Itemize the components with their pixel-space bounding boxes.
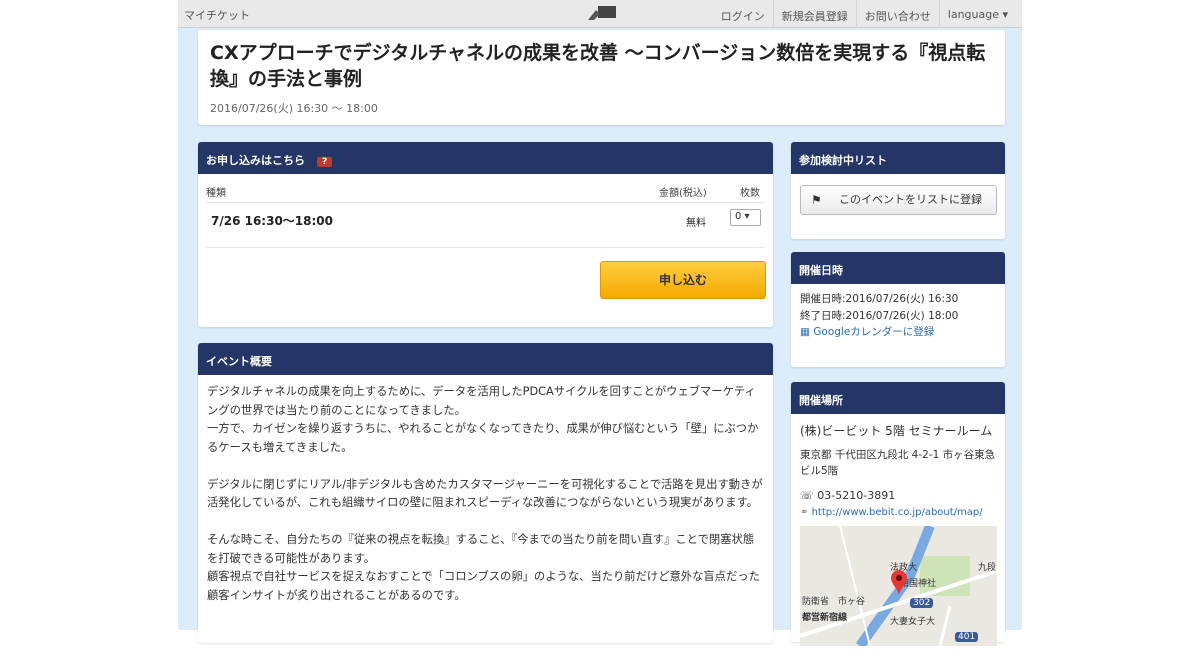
dates-panel: 開催日時 開催日時:2016/07/26(火) 16:30 終了日時:2016/… <box>791 252 1005 367</box>
apply-header-text: お申し込みはこちら <box>206 154 305 167</box>
top-nav-bar: マイチケット ログイン 新規会員登録 お問い合わせ language ▾ <box>178 0 1022 28</box>
contact-link[interactable]: お問い合わせ <box>855 0 939 28</box>
venue-header: 開催場所 <box>791 382 1005 414</box>
watchlist-header: 参加検討中リスト <box>791 142 1005 174</box>
map-pin-icon <box>891 570 907 596</box>
help-icon[interactable]: ? <box>317 157 333 167</box>
ticket-name: 7/26 16:30～18:00 <box>211 214 334 228</box>
dates-header: 開催日時 <box>791 252 1005 284</box>
ticket-price: 無料 <box>686 218 706 229</box>
overview-paragraph: デジタルチャネルの成果を向上するために、データを活用したPDCAサイクルを回すこ… <box>207 385 759 454</box>
overview-paragraph: デジタルに閉じずにリアル/非デジタルも含めたカスタマージャーニーを可視化すること… <box>207 477 763 510</box>
venue-address: 東京都 千代田区九段北 4-2-1 市ヶ谷東急ビル5階 <box>800 449 996 477</box>
page: マイチケット ログイン 新規会員登録 お問い合わせ language ▾ CXア… <box>178 0 1022 646</box>
map-label: 302 <box>910 598 934 608</box>
language-dropdown[interactable]: language ▾ <box>938 0 1016 28</box>
venue-map[interactable]: 法政大 靖国神社 市ヶ谷 防衛省 都営新宿線 大妻女子大 302 401 九段 <box>800 526 997 646</box>
map-label: 都営新宿線 <box>802 613 848 623</box>
start-datetime: 開催日時:2016/07/26(火) 16:30 <box>800 293 959 305</box>
col-price: 金額(税込) <box>659 188 707 199</box>
event-datetime: 2016/07/26(火) 16:30 ～ 18:00 <box>210 102 378 115</box>
add-to-list-button[interactable]: ⚑ このイベントをリストに登録 <box>800 185 997 215</box>
divider <box>206 247 765 248</box>
overview-header: イベント概要 <box>198 343 773 375</box>
google-calendar-link[interactable]: ▦ Googleカレンダーに登録 <box>800 324 996 341</box>
map-label: 市ヶ谷 <box>838 597 866 607</box>
flag-icon: ⚑ <box>811 193 822 207</box>
map-label: 401 <box>955 632 979 642</box>
logo-icon[interactable] <box>586 4 618 22</box>
venue-panel: 開催場所 (株)ビービット 5階 セミナールーム 東京都 千代田区九段北 4-2… <box>791 382 1005 646</box>
brand-link[interactable]: マイチケット <box>184 7 250 23</box>
col-type: 種類 <box>206 188 226 199</box>
watchlist-panel: 参加検討中リスト ⚑ このイベントをリストに登録 <box>791 142 1005 239</box>
google-calendar-label: Googleカレンダーに登録 <box>813 326 935 338</box>
end-datetime: 終了日時:2016/07/26(火) 18:00 <box>800 309 959 322</box>
venue-name: (株)ビービット 5階 セミナールーム <box>800 424 993 438</box>
overview-panel: イベント概要 デジタルチャネルの成果を向上するために、データを活用したPDCAサ… <box>198 343 773 643</box>
add-to-list-label: このイベントをリストに登録 <box>839 193 982 206</box>
phone-icon: ☏ <box>800 489 818 502</box>
map-label: 九段 <box>978 563 997 573</box>
divider <box>206 202 765 203</box>
login-link[interactable]: ログイン <box>713 0 773 28</box>
venue-phone: 03-5210-3891 <box>817 489 896 502</box>
apply-panel: お申し込みはこちら? 種類 金額(税込) 枚数 7/26 16:30～18:00… <box>198 142 773 327</box>
col-qty: 枚数 <box>740 188 760 199</box>
overview-paragraph: そんな時こそ、自分たちの『従来の視点を転換』すること、『今までの当たり前を問い直… <box>207 533 760 602</box>
ticket-quantity-select[interactable]: 0 ▾ <box>730 209 761 226</box>
calendar-icon: ▦ <box>800 326 814 338</box>
apply-header: お申し込みはこちら? <box>198 142 773 174</box>
event-title-card: CXアプローチでデジタルチャネルの成果を改善 ～コンバージョン数倍を実現する『視… <box>198 30 1005 125</box>
event-title: CXアプローチでデジタルチャネルの成果を改善 ～コンバージョン数倍を実現する『視… <box>210 42 986 90</box>
map-label: 大妻女子大 <box>890 617 936 627</box>
map-label: 防衛省 <box>802 597 830 607</box>
apply-button[interactable]: 申し込む <box>600 261 766 299</box>
register-link[interactable]: 新規会員登録 <box>772 0 856 28</box>
link-icon: ⚭ <box>800 507 812 518</box>
venue-url-link[interactable]: http://www.bebit.co.jp/about/map/ <box>812 507 983 518</box>
